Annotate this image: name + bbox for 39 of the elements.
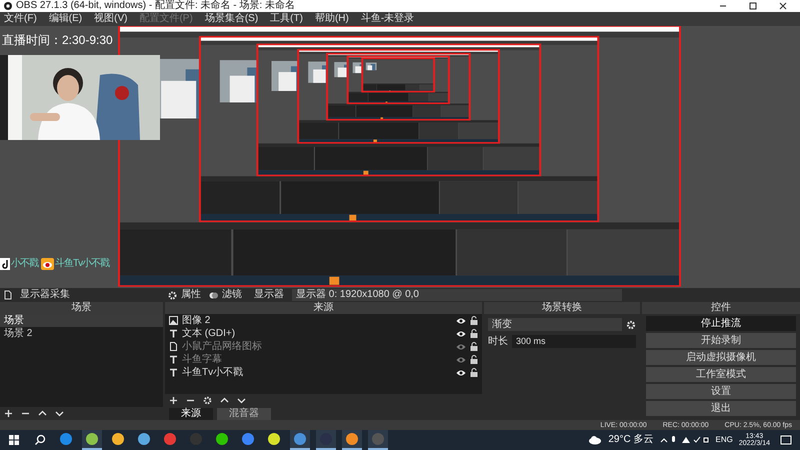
menu-item[interactable]: 视图(V) <box>94 14 128 24</box>
display-dropdown[interactable]: 显示器 0: 1920x1080 @ 0,0 <box>292 289 622 301</box>
menu-item[interactable]: 帮助(H) <box>314 14 349 24</box>
dock-title: 控件 <box>711 303 731 313</box>
menu-item[interactable]: 斗鱼-未登录 <box>360 14 414 24</box>
control-button[interactable]: 退出 <box>646 401 796 416</box>
menu-item[interactable]: 编辑(E) <box>48 14 82 24</box>
menu-item[interactable]: 工具(T) <box>270 14 303 24</box>
source-item[interactable]: 小鼠产品网络图标 <box>182 342 452 352</box>
control-button[interactable]: 工作室模式 <box>646 367 796 382</box>
overlay-label: 小不戳 <box>11 259 38 269</box>
control-button[interactable]: 停止推流 <box>646 316 796 331</box>
toolbar-button[interactable]: 属性 <box>168 290 201 300</box>
menu-item[interactable]: 文件(F) <box>4 14 37 24</box>
control-button[interactable]: 启动虚拟摄像机 <box>646 350 796 365</box>
scene-item[interactable]: 场景 2 <box>0 327 163 340</box>
weather-text: 29°C 多云 <box>608 435 654 445</box>
field-label: 时长 <box>488 336 508 346</box>
toolbar-label: 显示器 <box>254 290 284 300</box>
source-name: 显示器采集 <box>20 290 71 300</box>
menu-item[interactable]: 场景集合(S) <box>204 14 258 24</box>
transition-dropdown[interactable]: 渐变 <box>488 318 622 331</box>
dock-tab[interactable]: 混音器 <box>217 408 271 420</box>
overlay-title: 直播时间：2:30-9:30 <box>2 34 113 46</box>
dock-title: 来源 <box>314 303 334 313</box>
toolbar-button[interactable]: 滤镜 <box>209 290 242 300</box>
source-item[interactable]: 图像 2 <box>182 316 452 326</box>
dock-title: 场景转换 <box>542 303 582 313</box>
source-item[interactable]: 文本 (GDI+) <box>182 328 452 338</box>
duration-field[interactable]: 300 ms <box>512 335 636 348</box>
source-item[interactable]: 斗鱼Tv小不戳 <box>182 368 452 378</box>
dock-tab[interactable]: 来源 <box>169 408 213 420</box>
control-button[interactable]: 开始录制 <box>646 333 796 348</box>
source-item[interactable]: 斗鱼字幕 <box>182 354 452 364</box>
dock-title: 场景 <box>72 303 92 313</box>
scene-item[interactable]: 场景 <box>0 314 163 327</box>
control-button[interactable]: 设置 <box>646 384 796 399</box>
language-indicator[interactable]: ENG <box>716 436 733 444</box>
overlay-label: 斗鱼Tv小不戳 <box>55 259 110 269</box>
